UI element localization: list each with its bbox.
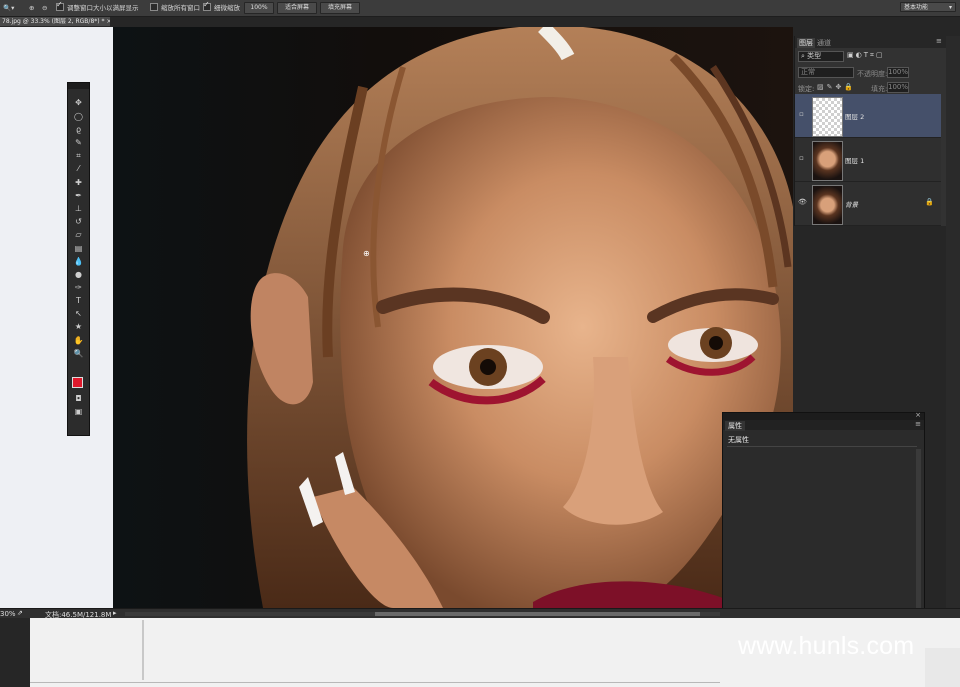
move-tool-icon[interactable]: ✥ <box>72 97 85 108</box>
panel-menu-icon[interactable]: ≡ <box>936 37 942 45</box>
corner-area <box>925 648 960 687</box>
search-icon: ⌕ <box>801 52 805 60</box>
visibility-toggle[interactable]: ▫ <box>798 111 805 118</box>
layer-thumbnail <box>812 185 843 225</box>
layer-name: 图层 2 <box>845 113 865 121</box>
properties-tabs: 属性 ≡ <box>723 420 924 431</box>
layers-panel: 图层 通道 ≡ ⌕ 类型 ▣◐T⌗▢ 正常 不透明度: 100% 锁定: ▨✎✥… <box>794 36 947 226</box>
blend-mode-select[interactable]: 正常 <box>798 67 854 78</box>
panel-menu-icon[interactable]: ≡ <box>915 420 921 428</box>
stamp-tool-icon[interactable]: ⊥ <box>72 203 85 214</box>
opacity-input[interactable]: 100% <box>887 67 909 78</box>
workspace-select[interactable]: 基本功能 ▾ <box>900 2 956 12</box>
tools-panel: ✥ ◯ ϱ ✎ ⌗ ⁄ ✚ ✒ ⊥ ↺ ▱ ▤ 💧 ● ✑ T ↖ ★ ✋ 🔍 … <box>67 82 90 436</box>
scrubby-zoom-checkbox[interactable]: 细微缩放 <box>203 0 240 13</box>
marquee-tool-icon[interactable]: ◯ <box>72 111 85 122</box>
pen-tool-icon[interactable]: ✑ <box>72 282 85 293</box>
eye-icon[interactable]: 👁 <box>798 199 807 206</box>
play-icon[interactable]: ▸ <box>113 609 117 617</box>
close-icon[interactable]: × <box>915 411 921 419</box>
layer-name: 图层 1 <box>845 157 865 165</box>
tools-panel-header[interactable] <box>68 83 89 89</box>
quick-select-tool-icon[interactable]: ✎ <box>72 137 85 148</box>
right-dock-strip <box>946 36 960 608</box>
options-bar: 🔍▾ ⊕ ⊖ 调整窗口大小以满屏显示 缩放所有窗口 细微缩放 100% 适合屏幕… <box>0 0 960 17</box>
screen-mode-icon[interactable]: ▣ <box>72 406 85 417</box>
canvas-image[interactable]: ⊕ <box>113 27 793 608</box>
tab-layers[interactable]: 图层 <box>797 38 815 48</box>
layer-row-layer-1[interactable]: ▫ 图层 1 <box>795 138 941 182</box>
chevron-down-icon: ▾ <box>948 4 952 11</box>
horizontal-scrollbar-track[interactable] <box>125 612 720 616</box>
watermark-text: www.hunls.com <box>738 632 915 660</box>
shape-tool-icon[interactable]: ★ <box>72 321 85 332</box>
properties-content: 无属性 <box>728 436 749 444</box>
lasso-tool-icon[interactable]: ϱ <box>72 124 85 135</box>
eraser-tool-icon[interactable]: ▱ <box>72 229 85 240</box>
tab-channels[interactable]: 通道 <box>817 38 831 48</box>
zoom-all-windows-checkbox[interactable]: 缩放所有窗口 <box>150 3 200 13</box>
fit-screen-button[interactable]: 适合屏幕 <box>277 2 317 14</box>
share-icon[interactable]: ⇗ <box>17 609 23 617</box>
foreground-color-swatch[interactable] <box>72 377 83 388</box>
layers-panel-tabs: 图层 通道 ≡ <box>795 36 947 48</box>
eyedropper-tool-icon[interactable]: ⁄ <box>72 163 85 174</box>
portrait-photo <box>113 27 793 608</box>
dodge-tool-icon[interactable]: ● <box>72 269 85 280</box>
checkbox-icon <box>203 0 211 11</box>
fill-screen-button[interactable]: 填充屏幕 <box>320 2 360 14</box>
lock-icons[interactable]: ▨✎✥🔒 <box>817 83 856 91</box>
layer-row-layer-2[interactable]: ▫ 图层 2 <box>795 94 941 138</box>
opacity-label: 不透明度: <box>857 70 888 78</box>
properties-panel-header[interactable]: × <box>723 411 924 420</box>
layer-filter-icons[interactable]: ▣◐T⌗▢ <box>847 51 907 61</box>
history-brush-tool-icon[interactable]: ↺ <box>72 216 85 227</box>
left-dark-strip <box>0 618 30 687</box>
layer-row-background[interactable]: 👁 背景 🔒 <box>795 182 941 226</box>
lock-icon: 🔒 <box>925 198 934 206</box>
close-icon[interactable]: × <box>107 18 110 25</box>
brush-tool-icon[interactable]: ✒ <box>72 190 85 201</box>
healing-tool-icon[interactable]: ✚ <box>72 177 85 188</box>
visibility-toggle[interactable]: ▫ <box>798 155 805 162</box>
layer-filter-select[interactable]: ⌕ 类型 <box>798 51 844 62</box>
resize-windows-checkbox[interactable]: 调整窗口大小以满屏显示 <box>56 0 139 13</box>
checkbox-icon <box>56 0 64 11</box>
gradient-tool-icon[interactable]: ▤ <box>72 243 85 254</box>
horizontal-scrollbar-thumb[interactable] <box>375 612 700 616</box>
layer-name: 背景 <box>845 201 858 209</box>
zoom-icon[interactable]: 🔍▾ <box>3 3 14 13</box>
quick-mask-icon[interactable]: ◘ <box>72 393 85 404</box>
zoom-readout[interactable]: 30% <box>0 610 16 618</box>
hand-tool-icon[interactable]: ✋ <box>72 335 85 346</box>
path-select-tool-icon[interactable]: ↖ <box>72 308 85 319</box>
checkbox-icon <box>150 3 158 11</box>
zoom-in-icon[interactable]: ⊕ <box>29 3 34 13</box>
cursor-zoom-icon: ⊕ <box>363 249 370 258</box>
crop-tool-icon[interactable]: ⌗ <box>72 150 85 161</box>
document-tab[interactable]: 78.jpg @ 33.3% (图层 2, RGB/8*) * × <box>0 17 110 26</box>
zoom-tool-icon[interactable]: 🔍 <box>72 348 85 359</box>
divider <box>30 682 720 683</box>
divider <box>727 446 917 447</box>
zoom-out-icon[interactable]: ⊖ <box>42 3 47 13</box>
divider <box>142 620 144 680</box>
blur-tool-icon[interactable]: 💧 <box>72 256 85 267</box>
tab-properties[interactable]: 属性 <box>725 421 745 431</box>
layer-thumbnail <box>812 141 843 181</box>
layer-thumbnail <box>812 97 843 137</box>
fill-input[interactable]: 100% <box>887 82 909 93</box>
type-tool-icon[interactable]: T <box>72 295 85 306</box>
pasteboard <box>0 27 113 608</box>
fill-label: 填充: <box>871 85 888 93</box>
zoom-100-button[interactable]: 100% <box>244 2 274 14</box>
lock-label: 锁定: <box>798 85 815 93</box>
